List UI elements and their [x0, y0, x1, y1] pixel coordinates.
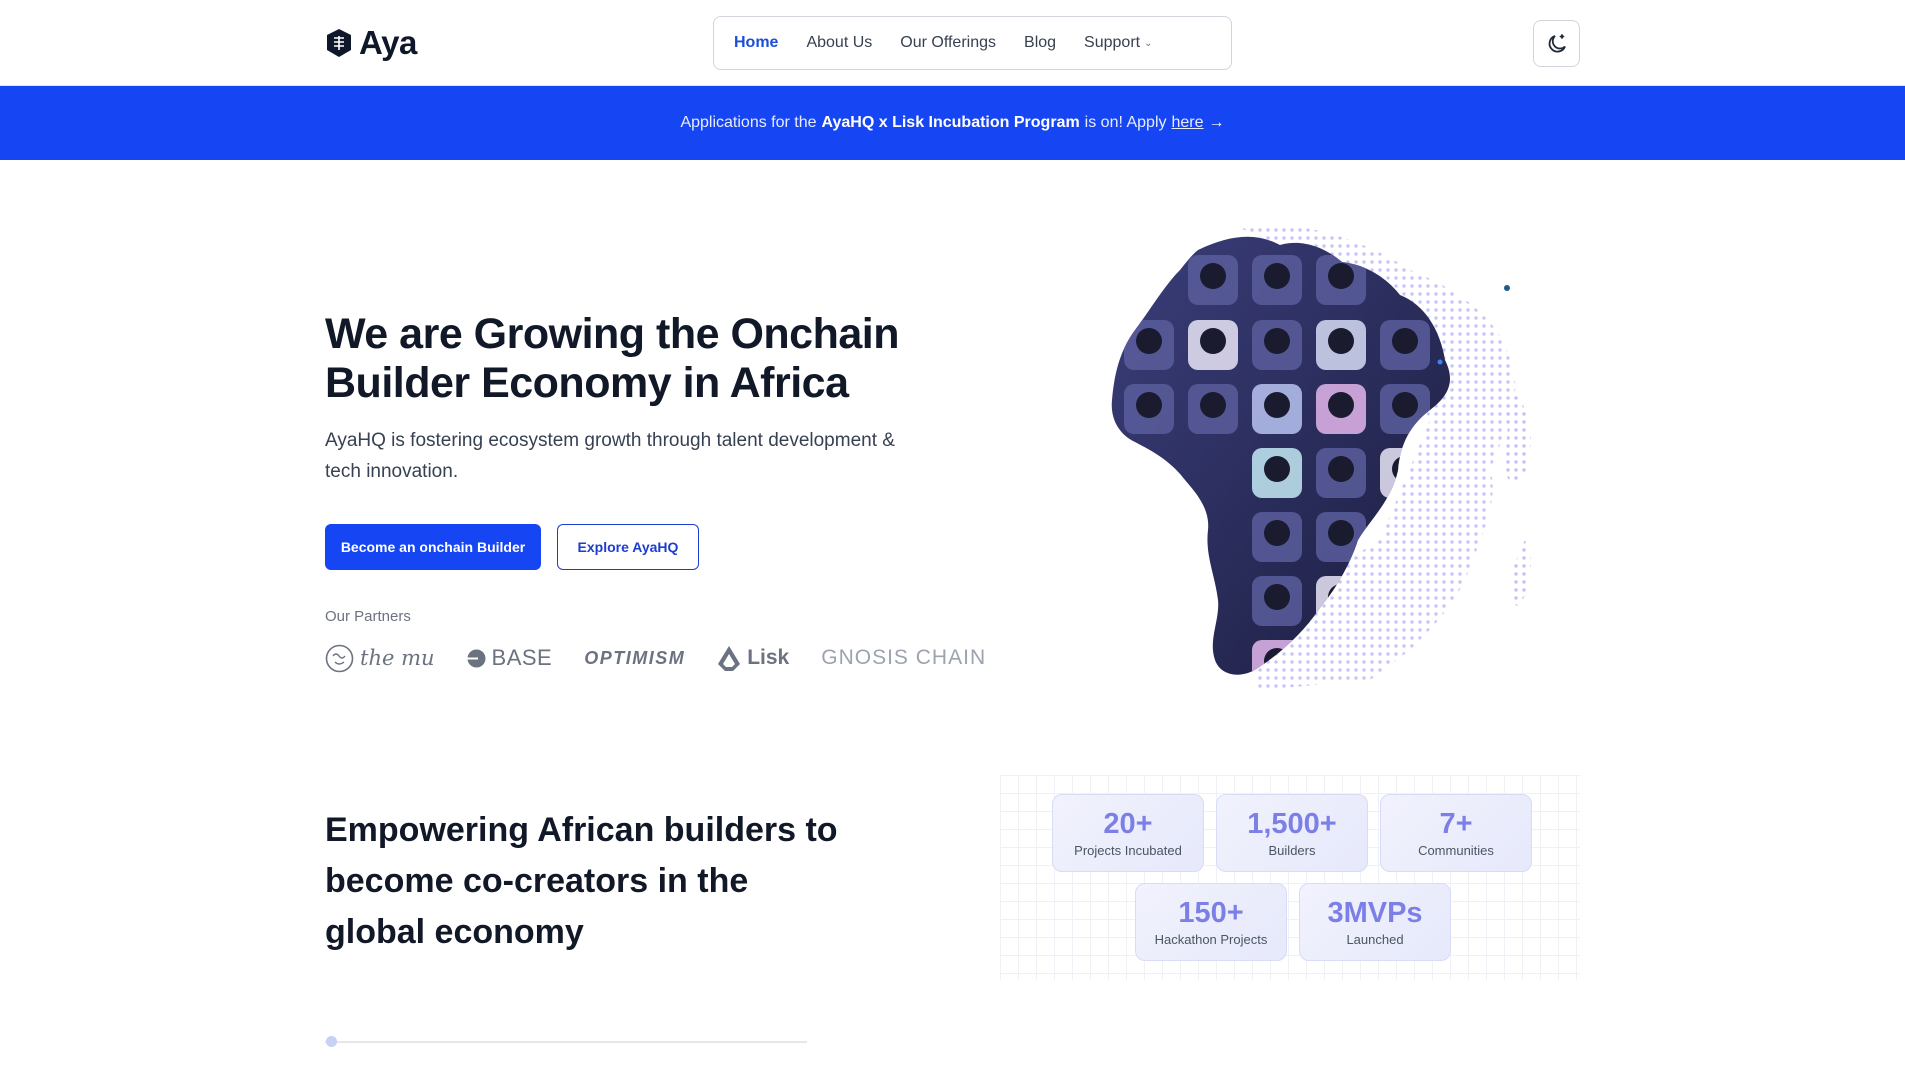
banner-prefix: Applications for the [680, 114, 817, 131]
hero-title: We are Growing the Onchain Builder Econo… [325, 310, 899, 407]
stat-value: 150+ [1178, 897, 1244, 929]
africa-builders-map [1111, 225, 1532, 690]
partner-the-mu: the mu [325, 644, 435, 673]
logo[interactable]: Aya [325, 24, 417, 62]
nav-about-us[interactable]: About Us [794, 26, 884, 60]
site-header: Aya Home About Us Our Offerings Blog Sup… [0, 0, 1905, 86]
stat-value: 1,500+ [1247, 808, 1337, 840]
partner-base: BASE [466, 645, 553, 671]
carousel-progress-track [325, 1041, 807, 1043]
stat-card-hackathon-projects: 150+ Hackathon Projects [1135, 883, 1287, 961]
theme-toggle-button[interactable] [1533, 20, 1580, 67]
nav-our-offerings[interactable]: Our Offerings [888, 26, 1008, 60]
partner-gnosis-chain-text: GNOSIS CHAIN [821, 646, 987, 669]
main-nav: Home About Us Our Offerings Blog Support… [713, 16, 1232, 70]
become-builder-button[interactable]: Become an onchain Builder [325, 524, 541, 570]
chevron-down-icon: ⌄ [1144, 37, 1153, 49]
stat-value: 3MVPs [1327, 897, 1423, 929]
partner-optimism: OPTIMISM [584, 648, 685, 669]
arrow-right-icon: → [1208, 114, 1225, 131]
banner-apply-link[interactable]: here [1172, 114, 1204, 132]
carousel-progress-dot[interactable] [326, 1036, 337, 1047]
the-mu-logo-icon [325, 644, 354, 672]
stat-card-communities: 7+ Communities [1380, 794, 1532, 872]
empowering-title: Empowering African builders to become co… [325, 811, 838, 951]
stat-label: Communities [1418, 843, 1494, 858]
stat-value: 20+ [1103, 808, 1153, 840]
banner-program-name: AyaHQ x Lisk Incubation Program [821, 114, 1080, 131]
nav-home[interactable]: Home [722, 26, 790, 60]
nav-blog[interactable]: Blog [1012, 26, 1068, 60]
partner-base-text: BASE [491, 645, 553, 670]
partner-the-mu-text: the mu [360, 646, 435, 670]
partners-row: the mu BASE OPTIMISM Lisk GNOSIS CHAIN [325, 640, 986, 676]
banner-middle: is on! Apply [1084, 114, 1167, 131]
aya-logo-icon [327, 29, 351, 57]
logo-text: Aya [359, 24, 417, 61]
partner-lisk-text: Lisk [747, 646, 790, 669]
base-logo-icon [466, 649, 486, 667]
nav-support[interactable]: Support ⌄ [1072, 26, 1164, 60]
moon-icon [1548, 33, 1566, 52]
stat-card-mvps-launched: 3MVPs Launched [1299, 883, 1451, 961]
hero-subtitle: AyaHQ is fostering ecosystem growth thro… [325, 430, 895, 482]
stat-label: Launched [1346, 932, 1404, 947]
stat-label: Builders [1268, 843, 1316, 858]
partner-lisk: Lisk [717, 645, 789, 672]
partner-gnosis-chain: GNOSIS CHAIN [821, 646, 986, 670]
partner-optimism-text: OPTIMISM [584, 647, 686, 668]
stat-card-builders: 1,500+ Builders [1216, 794, 1368, 872]
partners-label: Our Partners [325, 608, 411, 625]
nav-support-label: Support [1084, 34, 1141, 51]
stat-value: 7+ [1439, 808, 1473, 840]
announcement-banner: Applications for the AyaHQ x Lisk Incuba… [0, 86, 1905, 160]
lisk-logo-icon [718, 645, 741, 671]
stat-card-projects-incubated: 20+ Projects Incubated [1052, 794, 1204, 872]
explore-ayahq-button[interactable]: Explore AyaHQ [557, 524, 699, 570]
stat-label: Hackathon Projects [1154, 932, 1268, 947]
stat-label: Projects Incubated [1074, 843, 1182, 858]
